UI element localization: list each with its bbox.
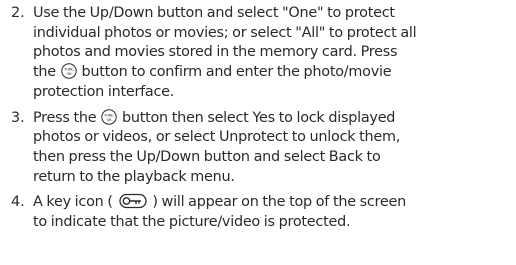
svg-text:OK: OK [66,72,72,76]
text-line: Use the Up/Down button and select "One" … [33,5,395,21]
step-text: A key icon ( ) will appear on the top of… [33,193,511,232]
step-4: 4. A key icon ( ) will appear on the top… [0,193,516,232]
svg-text:FUNC: FUNC [64,67,74,71]
step-number: 4. [11,194,25,211]
text-line: the FUNC OK button to confirm and enter t… [33,63,511,83]
step-number: 3. [11,109,25,126]
svg-text:OK: OK [107,117,113,121]
svg-text:FUNC: FUNC [105,113,115,117]
text-line: Press the FUNC OK button then select Yes … [33,108,511,129]
step-text: Use the Up/Down button and select "One" … [33,4,511,103]
text-segment: Press the [33,109,101,126]
step-3: 3. Press the FUNC OK button then select Y… [0,108,516,188]
step-text: Press the FUNC OK button then select Yes … [33,108,511,188]
text-line: to indicate that the picture/video is pr… [33,214,351,231]
text-segment: A key icon ( [33,194,117,211]
instruction-page: 2. Use the Up/Down button and select "On… [0,0,516,265]
text-segment: button to confirm and enter the photo/mo… [77,64,392,81]
text-line: photos and movies stored in the memory c… [33,44,398,61]
text-line: A key icon ( ) will appear on the top of… [33,193,511,213]
text-segment: button then select Yes to lock displayed [118,109,396,126]
text-line: return to the playback menu. [33,168,235,185]
text-line: individual photos or movies; or select "… [33,24,417,41]
step-number: 2. [11,5,25,21]
text-segment: the [33,64,60,81]
key-icon [118,194,147,209]
step-2: 2. Use the Up/Down button and select "On… [0,4,516,103]
func-ok-button-icon: FUNCOK [101,108,117,125]
text-line: photos or videos, or select Unprotect to… [33,129,401,146]
text-line: then press the Up/Down button and select… [33,148,381,165]
text-line: protection interface. [33,83,175,100]
func-ok-button-icon: FUNCOK [61,63,77,79]
text-segment: ) will appear on the top of the screen [148,194,406,211]
